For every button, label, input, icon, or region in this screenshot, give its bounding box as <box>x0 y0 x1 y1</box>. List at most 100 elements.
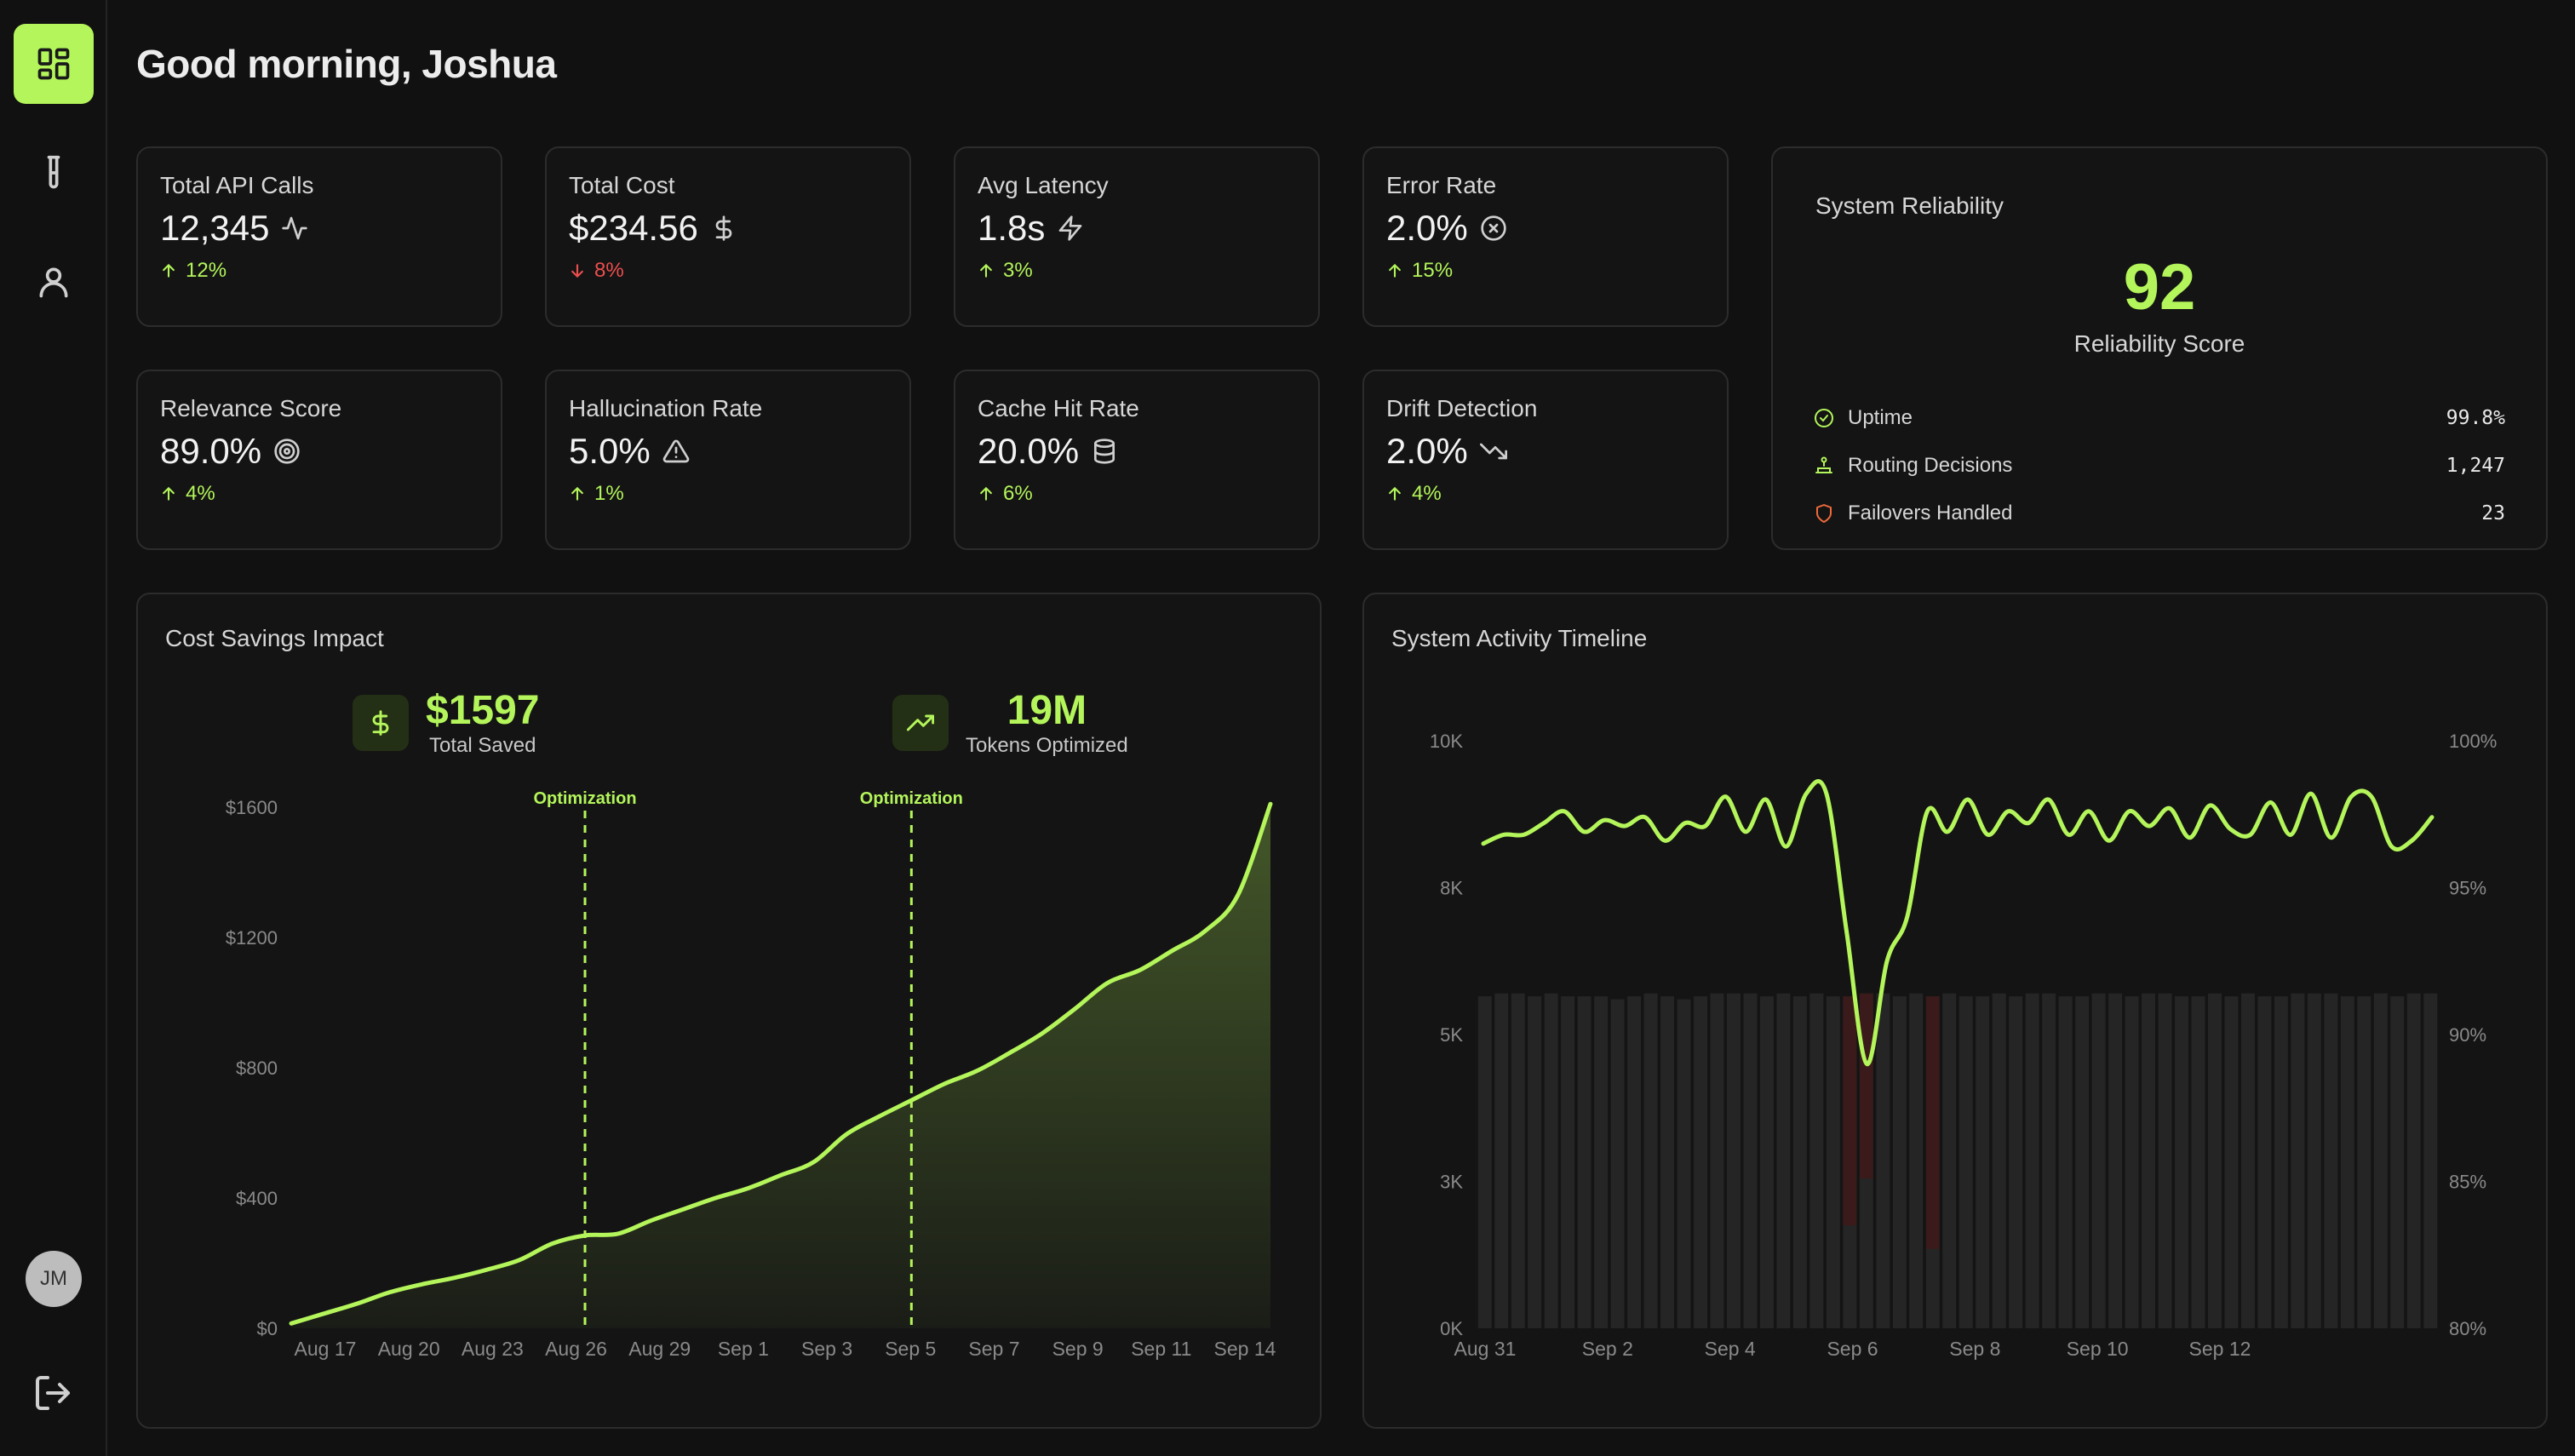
metric-value-text: 20.0% <box>978 431 1080 471</box>
metric-change: 8% <box>569 259 624 283</box>
page-greeting: Good morning, Joshua <box>136 42 557 86</box>
activity-bar <box>1694 996 1708 1328</box>
activity-bar <box>1477 996 1492 1328</box>
metric-label: Cache Hit Rate <box>978 395 1139 421</box>
reliability-row-routing: Routing Decisions 1,247 <box>1814 449 2505 483</box>
y-tick-label: $1200 <box>226 927 278 949</box>
metric-card-hallucination-rate: Hallucination Rate 5.0% 1% <box>545 370 911 550</box>
metric-value: 89.0% <box>160 431 301 472</box>
x-tick-label: Aug 20 <box>378 1338 440 1360</box>
metric-change-text: 1% <box>594 482 624 505</box>
activity-bar <box>1627 996 1642 1328</box>
cost-savings-chart: $0 $400 $800 $1200 $1600 Optimization Optimiza… <box>226 789 1276 1360</box>
activity-bar <box>2058 996 2073 1328</box>
activity-bar <box>1876 993 1890 1328</box>
activity-bar <box>2373 993 2388 1328</box>
x-tick-label: Sep 6 <box>1827 1338 1878 1360</box>
activity-bar <box>1726 993 1741 1328</box>
activity-bar <box>2025 993 2039 1328</box>
activity-bar <box>1494 993 1509 1328</box>
arrow-up-icon <box>980 263 992 278</box>
metric-card-cache-hit-rate: Cache Hit Rate 20.0% 6% <box>954 370 1320 550</box>
metric-value-text: 2.0% <box>1386 208 1468 248</box>
x-tick-label: Aug 29 <box>628 1338 691 1360</box>
activity-bar <box>2142 993 2156 1328</box>
activity-bar <box>2224 996 2239 1328</box>
sidebar-item-experiments[interactable] <box>14 133 94 213</box>
metric-change-text: 4% <box>1412 482 1442 505</box>
arrow-down-icon <box>571 264 583 278</box>
activity-bar <box>2091 993 2106 1328</box>
activity-bar <box>1892 996 1907 1328</box>
logout-icon[interactable] <box>32 1373 73 1413</box>
metric-change-text: 8% <box>594 259 624 282</box>
metric-value-text: 12,345 <box>160 208 270 248</box>
metric-label: Hallucination Rate <box>569 395 763 421</box>
activity-bar <box>2324 993 2338 1328</box>
activity-bar <box>2042 993 2056 1328</box>
y-left-tick-label: 0K <box>1440 1318 1463 1339</box>
x-tick-label: Sep 8 <box>1949 1338 2000 1360</box>
sidebar-item-dashboard[interactable] <box>14 24 94 104</box>
activity-bar <box>1792 996 1807 1328</box>
metric-value-text: 5.0% <box>569 431 651 471</box>
activity-bar <box>2390 996 2405 1328</box>
activity-bar <box>1759 996 1774 1328</box>
metric-change-text: 4% <box>186 482 215 505</box>
reliability-row-value: 1,247 <box>2446 455 2505 477</box>
y-tick-label: $800 <box>236 1058 278 1079</box>
activity-bar <box>1677 999 1691 1328</box>
activity-bar <box>1511 993 1525 1328</box>
x-tick-label: Aug 17 <box>295 1338 357 1360</box>
x-circle-icon <box>1481 215 1506 241</box>
activity-bar <box>2125 996 2139 1328</box>
activity-bar <box>1660 996 1675 1328</box>
metric-change-text: 12% <box>186 259 227 282</box>
activity-bar <box>2075 996 2090 1328</box>
metric-label: Error Rate <box>1386 172 1497 198</box>
x-tick-label: Sep 7 <box>968 1338 1019 1360</box>
y-left-tick-label: 5K <box>1440 1024 1463 1046</box>
metric-value: $234.56 <box>569 208 737 249</box>
activity-bar <box>1776 993 1791 1328</box>
arrow-up-icon <box>571 486 583 501</box>
metric-change: 3% <box>978 259 1033 283</box>
metric-label: Total Cost <box>569 172 675 198</box>
arrow-up-icon <box>1389 486 1401 501</box>
x-tick-label: Sep 11 <box>1131 1338 1191 1360</box>
activity-bar <box>2340 996 2354 1328</box>
x-tick-label: Aug 23 <box>462 1338 524 1360</box>
y-tick-label: $1600 <box>226 797 278 818</box>
sidebar: JM <box>0 0 107 1456</box>
activity-bar <box>1610 999 1625 1328</box>
activity-timeline-chart: 0K 3K 5K 8K 10K 80% 85% 90% 95% 100% Aug 31 Sep 2 Se… <box>1430 731 2497 1360</box>
metric-change: 15% <box>1386 259 1453 283</box>
sidebar-item-profile[interactable] <box>14 242 94 322</box>
activity-bar <box>1594 996 1609 1328</box>
activity-bar <box>2207 993 2222 1328</box>
y-tick-label: $0 <box>257 1318 278 1339</box>
y-left-tick-label: 10K <box>1430 731 1463 752</box>
reliability-row-label: Failovers Handled <box>1848 502 2013 525</box>
x-tick-label: Sep 3 <box>801 1338 852 1360</box>
reliability-score: 92 <box>2123 251 2196 324</box>
route-icon <box>1815 456 1832 473</box>
reliability-row-value: 23 <box>2481 502 2505 525</box>
activity-bar <box>2191 996 2205 1328</box>
avatar[interactable]: JM <box>26 1251 82 1307</box>
metric-card-error-rate: Error Rate 2.0% 15% <box>1362 146 1729 327</box>
metric-label: Relevance Score <box>160 395 342 421</box>
savings-area <box>291 804 1270 1328</box>
metric-change: 12% <box>160 259 227 283</box>
arrow-up-icon <box>980 486 992 501</box>
metric-value: 2.0% <box>1386 208 1507 249</box>
activity-timeline-panel: System Activity Timeline 0K 3K 5K 8K 10K 80% 8… <box>1362 593 2548 1429</box>
system-reliability-card: System Reliability 92 Reliability Score … <box>1771 146 2548 550</box>
y-right-tick-label: 100% <box>2449 731 2497 752</box>
y-tick-label: $400 <box>236 1188 278 1209</box>
metric-change: 4% <box>160 482 215 506</box>
activity-bar <box>2108 993 2123 1328</box>
dashboard-grid-icon <box>37 48 70 80</box>
metric-card-avg-latency: Avg Latency 1.8s 3% <box>954 146 1320 327</box>
activity-bar <box>1561 996 1575 1328</box>
